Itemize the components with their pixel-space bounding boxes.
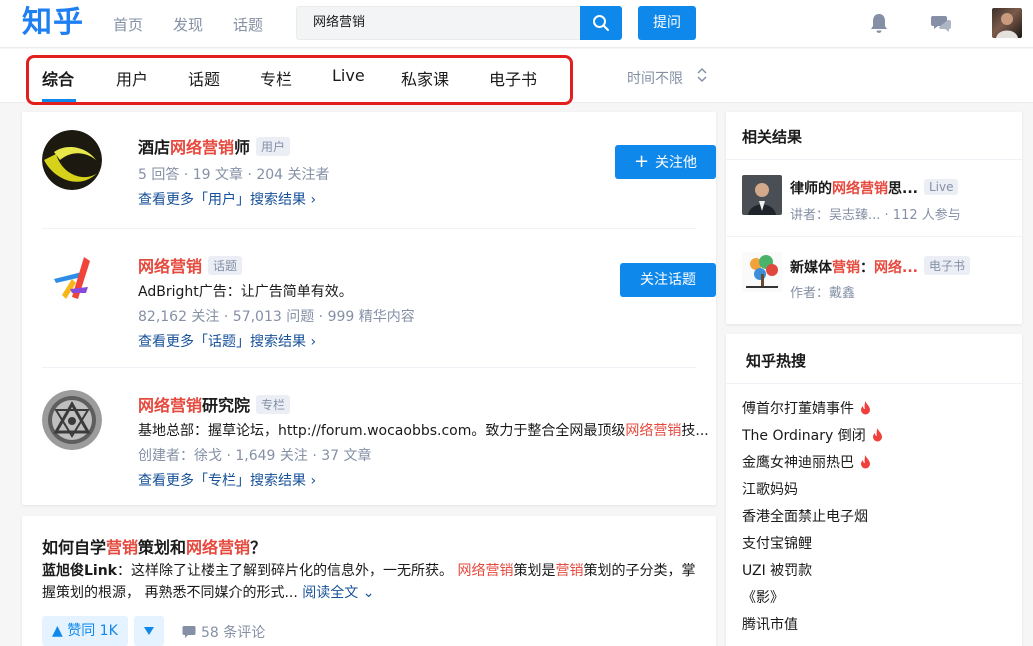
result-title[interactable]: 酒店网络营销师 用户 <box>138 134 291 158</box>
hot-search-card: 知乎热搜 傅首尔打董婧事件 The Ordinary 倒闭 金鹰女神迪丽热巴 江歌妈妈… <box>726 334 1022 646</box>
result-desc: 基地总部：握草论坛，http://forum.wocaobbs.com。致力于整… <box>138 423 709 439</box>
divider <box>726 236 1022 237</box>
comment-icon <box>182 626 196 638</box>
result-desc: AdBright广告：让广告简单有效。 <box>138 284 353 300</box>
related-live-sub: 讲者：吴志臻... · 112 人参与 <box>790 208 961 223</box>
bell-icon <box>871 14 887 33</box>
ask-button[interactable]: 提问 <box>638 6 696 40</box>
result-meta: 创建者：徐戈 · 1,649 关注 · 37 文章 <box>138 448 372 464</box>
related-ebook-thumb[interactable] <box>742 252 782 292</box>
avatar-portrait <box>996 13 1018 38</box>
hot-search-item[interactable]: 江歌妈妈 <box>742 479 798 499</box>
question-title[interactable]: 如何自学营销策划和网络营销？ <box>42 534 266 558</box>
divider <box>726 159 1022 160</box>
hot-search-item[interactable]: 香港全面禁止电子烟 <box>742 506 868 526</box>
hot-search-label: 腾讯市值 <box>742 617 798 633</box>
divider <box>42 228 696 229</box>
ebook-cover <box>742 252 782 292</box>
search-icon <box>593 15 609 31</box>
result-meta: 82,162 关注 · 57,013 问题 · 999 精华内容 <box>138 309 415 325</box>
hot-search-label: 香港全面禁止电子烟 <box>742 509 868 525</box>
hot-search-item[interactable]: 腾讯市值 <box>742 614 798 634</box>
result-meta: 5 回答 · 19 文章 · 204 关注者 <box>138 167 330 183</box>
hot-search-label: 支付宝锦鲤 <box>742 536 812 552</box>
read-all-link[interactable]: 阅读全文 ⌄ <box>302 585 374 601</box>
comments-button[interactable]: 58 条评论 <box>182 622 265 642</box>
chat-bubbles-icon <box>931 16 951 32</box>
nav-explore[interactable]: 发现 <box>173 14 203 35</box>
user-avatar[interactable] <box>992 8 1022 38</box>
answer-excerpt[interactable]: 蓝旭俊Link：这样除了让楼主了解到碎片化的信息外，一无所获。 网络营销策划是营… <box>42 560 696 604</box>
divider <box>42 367 696 368</box>
hot-search-label: 《影》 <box>742 590 784 606</box>
related-results-card: 相关结果 律师的网络营销思... Live 讲者：吴志臻... · 112 人参与… <box>726 112 1022 324</box>
user-avatar-result[interactable] <box>42 130 102 190</box>
hot-search-label: The Ordinary 倒闭 <box>742 428 866 444</box>
user-logo-image <box>42 130 102 190</box>
hot-search-item[interactable]: 金鹰女神迪丽热巴 <box>742 452 871 472</box>
upvote-button[interactable]: ▲ 赞同 1K <box>42 616 128 646</box>
related-live-thumb[interactable] <box>742 175 782 215</box>
messages-button[interactable] <box>929 11 953 35</box>
type-badge: 电子书 <box>923 256 970 275</box>
divider <box>726 383 1022 384</box>
column-emblem-image <box>42 390 102 450</box>
type-badge: Live <box>923 179 959 195</box>
search-results-card: 酒店网络营销师 用户 5 回答 · 19 文章 · 204 关注者 查看更多「用户… <box>22 112 716 505</box>
more-columns-link[interactable]: 查看更多「专栏」搜索结果 › <box>138 470 316 490</box>
hot-search-label: UZI 被罚款 <box>742 563 813 579</box>
hot-search-item[interactable]: UZI 被罚款 <box>742 560 812 580</box>
more-users-link[interactable]: 查看更多「用户」搜索结果 › <box>138 189 316 209</box>
type-badge: 用户 <box>256 137 291 156</box>
hot-search-item[interactable]: 支付宝锦鲤 <box>742 533 812 553</box>
topic-avatar[interactable] <box>42 249 102 309</box>
hot-search-label: 江歌妈妈 <box>742 482 798 498</box>
fire-icon <box>861 455 870 469</box>
sort-updown-icon[interactable] <box>695 65 709 85</box>
hot-search-item[interactable]: The Ordinary 倒闭 <box>742 425 883 445</box>
follow-topic-button[interactable]: 关注话题 <box>620 263 716 297</box>
result-title[interactable]: 网络营销研究院 专栏 <box>138 392 291 416</box>
triangle-down-icon <box>144 627 154 635</box>
nav-topics[interactable]: 话题 <box>233 14 263 35</box>
more-topics-link[interactable]: 查看更多「话题」搜索结果 › <box>138 331 316 351</box>
notification-button[interactable] <box>867 11 891 35</box>
fire-icon <box>872 428 882 442</box>
related-ebook-title[interactable]: 新媒体营销：网络... 电子书 <box>790 256 970 277</box>
time-filter[interactable]: 时间不限 <box>627 68 683 88</box>
answer-author[interactable]: 蓝旭俊Link <box>42 563 117 579</box>
related-live-title[interactable]: 律师的网络营销思... Live <box>790 178 959 198</box>
question-result-card: 如何自学营销策划和网络营销？ 蓝旭俊Link：这样除了让楼主了解到碎片化的信息外… <box>22 516 716 646</box>
column-avatar[interactable] <box>42 390 102 450</box>
result-topic: 网络营销 话题 AdBright广告：让广告简单有效。 82,162 关注 · 5… <box>42 249 716 359</box>
tabs-highlight-annotation <box>26 55 573 105</box>
search-input[interactable]: 网络营销 <box>296 6 580 40</box>
related-heading: 相关结果 <box>742 128 803 146</box>
follow-user-button[interactable]: + 关注他 <box>615 145 716 179</box>
adbright-logo-image <box>42 249 102 309</box>
result-column: 网络营销研究院 专栏 基地总部：握草论坛，http://forum.wocaobb… <box>42 388 709 498</box>
fire-icon <box>861 401 870 415</box>
search-type-tabs: 综合 用户 话题 专栏 Live 私家课 电子书 时间不限 <box>0 49 1033 105</box>
speaker-photo <box>742 175 782 215</box>
type-badge: 话题 <box>208 256 243 275</box>
hot-search-label: 金鹰女神迪丽热巴 <box>742 455 854 471</box>
nav-home[interactable]: 首页 <box>113 14 143 35</box>
hot-search-label: 傅首尔打董婧事件 <box>742 401 854 417</box>
downvote-button[interactable] <box>134 616 164 646</box>
hot-search-item[interactable]: 《影》 <box>742 587 784 607</box>
search-button[interactable] <box>580 6 622 40</box>
type-badge: 专栏 <box>256 395 291 414</box>
top-navbar: 知乎 首页 发现 话题 网络营销 提问 <box>0 0 1033 48</box>
result-user: 酒店网络营销师 用户 5 回答 · 19 文章 · 204 关注者 查看更多「用户… <box>42 130 716 230</box>
plus-icon: + <box>633 151 650 172</box>
related-ebook-sub: 作者：戴鑫 <box>790 286 856 301</box>
hot-heading: 知乎热搜 <box>746 352 807 370</box>
hot-search-item[interactable]: 傅首尔打董婧事件 <box>742 398 871 418</box>
result-title[interactable]: 网络营销 话题 <box>138 253 243 277</box>
zhihu-logo[interactable]: 知乎 <box>22 4 84 42</box>
